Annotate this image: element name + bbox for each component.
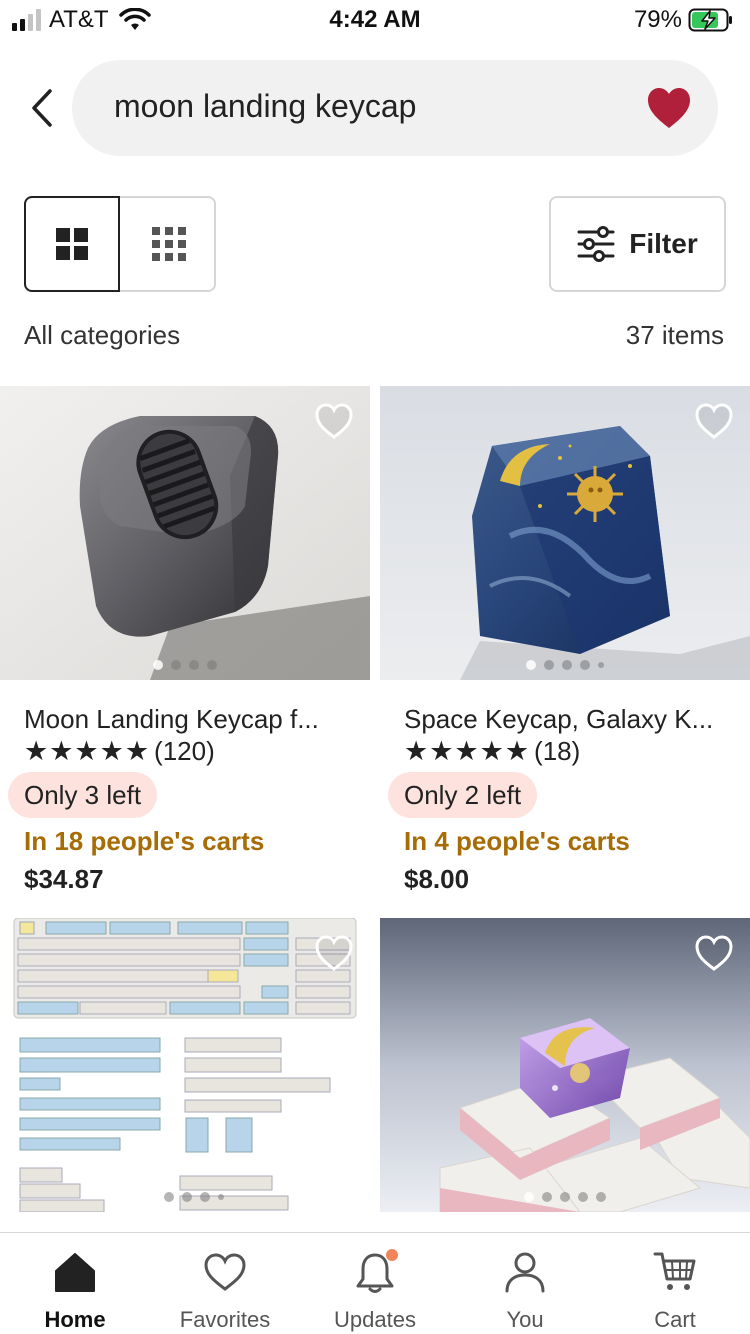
bottom-navigation: Home Favorites Updates You Cart — [0, 1232, 750, 1334]
favorite-heart-icon[interactable] — [314, 402, 354, 440]
nav-you[interactable]: You — [450, 1233, 600, 1334]
nav-cart[interactable]: Cart — [600, 1233, 750, 1334]
nav-cart-label: Cart — [654, 1307, 696, 1332]
home-icon — [55, 1253, 95, 1292]
small-grid-icon — [152, 227, 186, 261]
nav-home[interactable]: Home — [0, 1233, 150, 1334]
product-price: $8.00 — [404, 864, 470, 894]
star-rating-icon: ★★★★★ — [24, 736, 151, 767]
result-count: 37 items — [625, 320, 724, 350]
bell-icon — [356, 1249, 398, 1293]
product-rating: ★★★★★ (18) — [404, 736, 580, 767]
battery-percent: 79% — [633, 6, 682, 33]
nav-home-label: Home — [44, 1307, 106, 1332]
image-carousel-dots — [0, 660, 370, 670]
nav-favorites-label: Favorites — [179, 1307, 271, 1332]
view-toggle — [24, 196, 216, 292]
cart-icon — [653, 1252, 696, 1290]
battery-charging-icon — [688, 8, 732, 32]
review-count: (18) — [534, 736, 581, 766]
large-grid-icon — [56, 228, 88, 260]
review-count: (120) — [154, 736, 215, 766]
favorite-heart-icon[interactable] — [694, 934, 734, 972]
back-button[interactable] — [20, 82, 64, 134]
favorite-search-heart-icon[interactable] — [646, 86, 692, 130]
product-card[interactable]: Space Keycap, Galaxy K... ★★★★★ (18) Onl… — [380, 386, 750, 906]
product-title[interactable]: Moon Landing Keycap f... — [24, 704, 319, 735]
product-rating: ★★★★★ (120) — [24, 736, 215, 767]
filter-label: Filter — [629, 228, 698, 259]
carts-count: In 4 people's carts — [404, 826, 630, 856]
star-rating-icon: ★★★★★ — [404, 736, 531, 767]
product-title[interactable]: Space Keycap, Galaxy K... — [404, 704, 713, 735]
favorite-heart-icon[interactable] — [694, 402, 734, 440]
sliders-icon — [577, 226, 615, 262]
status-bar: AT&T 4:42 AM 79% — [0, 0, 750, 40]
image-carousel-dots — [380, 1192, 750, 1202]
product-card[interactable] — [0, 918, 370, 1212]
nav-updates[interactable]: Updates — [300, 1233, 450, 1334]
category-selector[interactable]: All categories — [24, 320, 180, 351]
product-card[interactable] — [380, 918, 750, 1212]
chevron-left-icon — [32, 89, 52, 127]
nav-you-label: You — [506, 1307, 544, 1332]
image-carousel-dots — [380, 660, 750, 670]
large-grid-view-button[interactable] — [24, 196, 120, 292]
search-query: moon landing keycap — [114, 88, 417, 124]
stock-badge: Only 3 left — [8, 772, 158, 818]
image-carousel-dots — [0, 1192, 370, 1202]
nav-favorites[interactable]: Favorites — [150, 1233, 300, 1334]
nav-updates-label: Updates — [334, 1307, 416, 1332]
product-card[interactable]: Moon Landing Keycap f... ★★★★★ (120) Onl… — [0, 386, 370, 906]
favorite-heart-icon[interactable] — [314, 934, 354, 972]
small-grid-view-button[interactable] — [122, 198, 216, 290]
search-input[interactable]: moon landing keycap — [72, 60, 718, 156]
filter-button[interactable]: Filter — [549, 196, 726, 292]
stock-badge: Only 2 left — [388, 772, 538, 818]
product-price: $34.87 — [24, 864, 104, 894]
carts-count: In 18 people's carts — [24, 826, 265, 856]
heart-icon — [204, 1253, 246, 1291]
person-icon — [505, 1252, 545, 1293]
